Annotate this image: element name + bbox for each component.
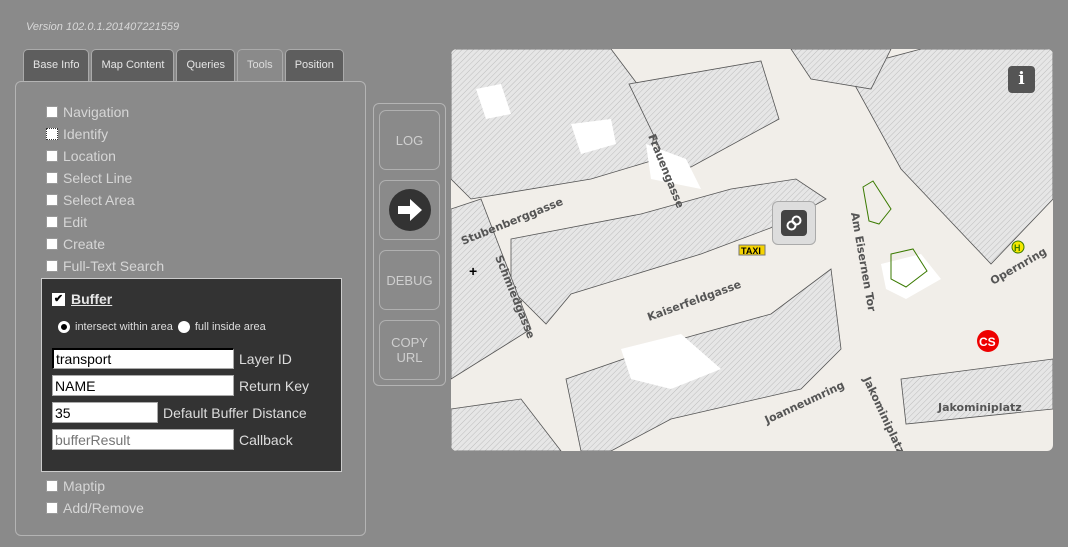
- return-key-label: Return Key: [239, 377, 310, 394]
- buffer-mode-group: intersect within area full inside area: [58, 321, 266, 333]
- checkbox[interactable]: [46, 128, 58, 140]
- checkbox[interactable]: [46, 150, 58, 162]
- tool-location[interactable]: Location: [46, 148, 116, 164]
- tab-base-info[interactable]: Base Info: [23, 49, 90, 81]
- map-view[interactable]: Stubenberggasse Frauengasse Schmiedgasse…: [451, 49, 1053, 451]
- url-label: URL: [396, 350, 423, 365]
- tool-full-text-search[interactable]: Full-Text Search: [46, 258, 164, 274]
- log-button[interactable]: LOG: [379, 110, 440, 170]
- taxi-label: TAXI: [741, 246, 761, 256]
- checkbox[interactable]: [46, 106, 58, 118]
- checkbox[interactable]: [46, 194, 58, 206]
- checkbox-checked[interactable]: ✔: [52, 292, 65, 306]
- tool-label: Select Area: [63, 192, 135, 208]
- checkbox[interactable]: [46, 172, 58, 184]
- church-icon: +: [469, 263, 477, 279]
- tab-position[interactable]: Position: [284, 49, 344, 81]
- tools-panel: Navigation Identify Location Select Line…: [15, 81, 366, 536]
- tab-tools[interactable]: Tools: [237, 49, 283, 81]
- copy-url-button[interactable]: COPY URL: [379, 320, 440, 380]
- tool-label: Location: [63, 148, 116, 164]
- buffer-section: ✔ Buffer intersect within area full insid…: [41, 278, 342, 472]
- buffer-distance-input[interactable]: [52, 402, 158, 423]
- arrow-right-icon: [388, 189, 431, 231]
- radio-full-inside-label: full inside area: [194, 321, 266, 333]
- tab-bar: Base Info Map Content Queries Tools Posi…: [23, 49, 344, 81]
- tool-label: Create: [63, 236, 106, 252]
- square-label: Jakominiplatz: [937, 401, 1022, 414]
- callback-label: Callback: [239, 431, 293, 448]
- tool-label: Navigation: [63, 104, 130, 120]
- checkbox[interactable]: [46, 502, 58, 514]
- tool-label: Identify: [63, 126, 109, 142]
- checkbox[interactable]: [46, 216, 58, 228]
- callback-input[interactable]: [52, 429, 234, 450]
- tool-identify[interactable]: Identify: [46, 126, 108, 142]
- radio-intersect[interactable]: [58, 321, 70, 333]
- return-key-input[interactable]: [52, 375, 234, 396]
- permalink-button[interactable]: [772, 201, 816, 245]
- tool-select-line[interactable]: Select Line: [46, 170, 132, 186]
- tool-create[interactable]: Create: [46, 236, 105, 252]
- tab-map-content[interactable]: Map Content: [91, 49, 175, 81]
- bus-stop-label: H: [1014, 243, 1021, 253]
- tool-maptip[interactable]: Maptip: [46, 478, 105, 494]
- info-button[interactable]: i: [1008, 66, 1035, 93]
- tool-edit[interactable]: Edit: [46, 214, 87, 230]
- tool-navigation[interactable]: Navigation: [46, 104, 129, 120]
- version-text: Version 102.0.1.201407221559: [26, 21, 180, 33]
- go-button[interactable]: [379, 180, 440, 240]
- buffer-label: Buffer: [71, 291, 113, 307]
- street-label: Am Eisernen Tor: [848, 211, 878, 313]
- tool-select-area[interactable]: Select Area: [46, 192, 135, 208]
- checkbox[interactable]: [46, 260, 58, 272]
- checkbox[interactable]: [46, 238, 58, 250]
- radio-full-inside[interactable]: [177, 321, 190, 333]
- debug-button[interactable]: DEBUG: [379, 250, 440, 310]
- tool-label: Maptip: [63, 478, 106, 494]
- street-label: Jakominiplatz: [860, 374, 908, 451]
- checkbox[interactable]: [46, 480, 58, 492]
- link-icon: [781, 210, 807, 236]
- side-button-panel: LOG DEBUG COPY URL: [373, 103, 446, 386]
- tool-add-remove[interactable]: Add/Remove: [46, 500, 144, 516]
- tab-queries[interactable]: Queries: [176, 49, 235, 81]
- street-label: Kaiserfeldgasse: [646, 278, 743, 324]
- buffer-distance-label: Default Buffer Distance: [163, 404, 307, 421]
- copy-label: COPY: [391, 335, 428, 350]
- tool-label: Add/Remove: [63, 500, 144, 516]
- carsharing-label: CS: [979, 335, 996, 349]
- tool-label: Select Line: [63, 170, 133, 186]
- tool-buffer[interactable]: ✔ Buffer: [52, 291, 112, 307]
- radio-intersect-label: intersect within area: [75, 321, 173, 333]
- layer-id-label: Layer ID: [239, 350, 292, 367]
- tool-label: Edit: [63, 214, 88, 230]
- tool-label: Full-Text Search: [63, 258, 165, 274]
- layer-id-input[interactable]: [52, 348, 234, 369]
- map-canvas: Stubenberggasse Frauengasse Schmiedgasse…: [451, 49, 1053, 451]
